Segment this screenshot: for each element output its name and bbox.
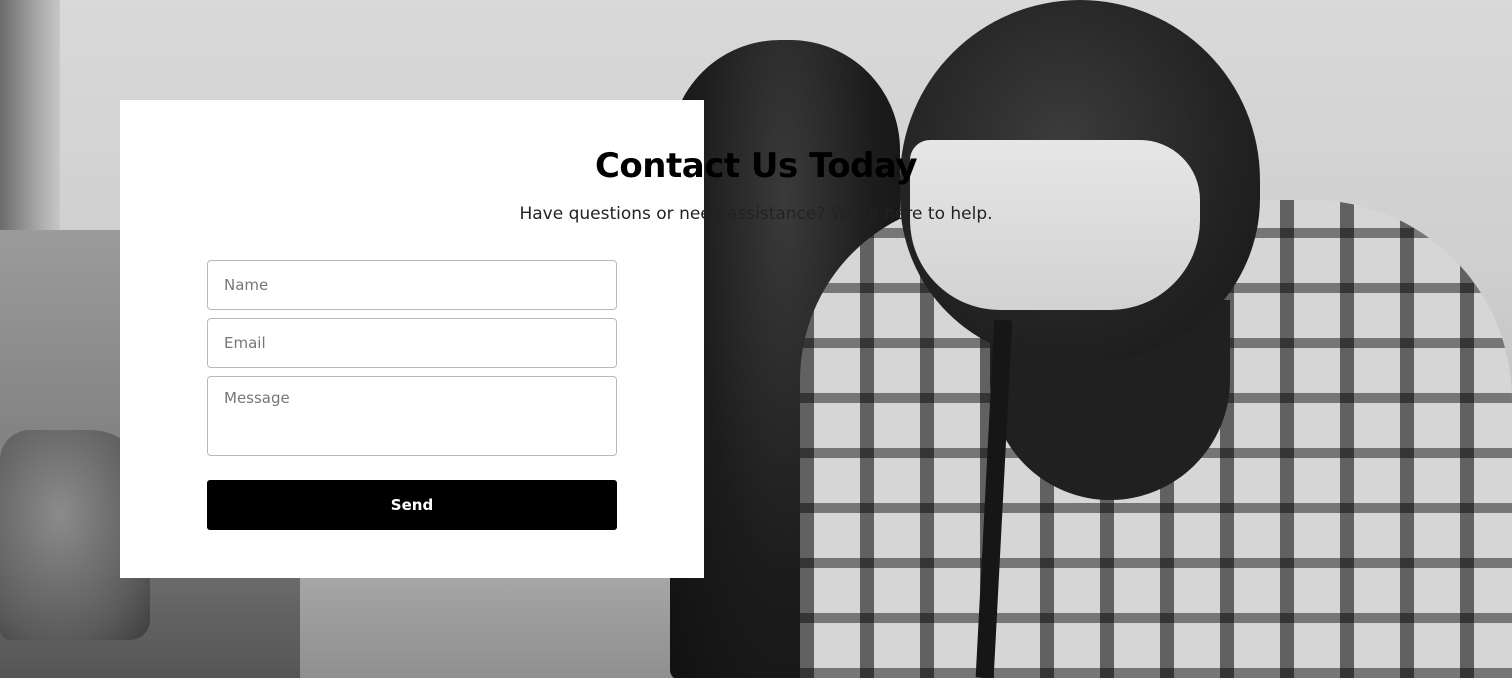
page: Contact Us Today Have questions or need … — [0, 0, 1512, 678]
contact-subtitle: Have questions or need assistance? We're… — [519, 204, 993, 224]
message-textarea[interactable] — [207, 376, 617, 456]
email-input[interactable] — [207, 318, 617, 368]
name-input[interactable] — [207, 260, 617, 310]
contact-title: Contact Us Today — [594, 146, 918, 186]
send-button[interactable]: Send — [207, 480, 617, 530]
